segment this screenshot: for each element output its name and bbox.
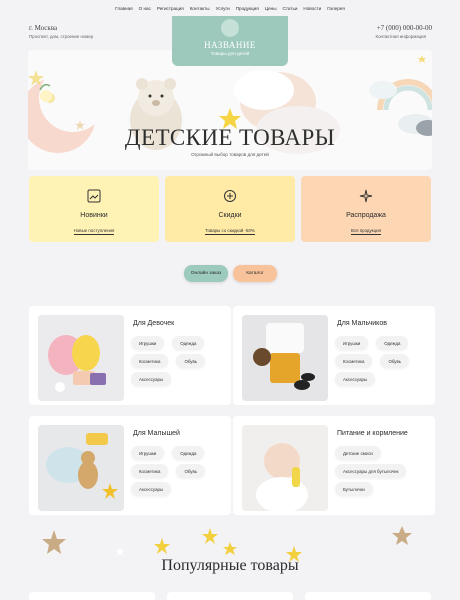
tag-clothes[interactable]: Одежда xyxy=(172,446,205,460)
feature-title: Скидки xyxy=(218,212,242,219)
nav-home[interactable]: Главная xyxy=(115,6,132,11)
star-icon xyxy=(154,538,170,554)
tag-accessories[interactable]: Аксессуары xyxy=(131,482,172,496)
category-card-boys[interactable]: Для Мальчиков Игрушки Одежда Косметика О… xyxy=(233,306,435,405)
tag-bottle-accessories[interactable]: Аксессуары для бутылочек xyxy=(335,464,407,478)
product-card[interactable] xyxy=(29,592,155,600)
nav-articles[interactable]: Статьи xyxy=(283,6,298,11)
feature-link[interactable]: Новые поступления xyxy=(73,228,115,235)
feature-title: Распродажа xyxy=(346,212,386,219)
logo-subtitle: Товары для детей xyxy=(210,51,250,56)
tag-shoes[interactable]: Обувь xyxy=(176,354,206,368)
category-image xyxy=(242,315,328,401)
nav-contacts[interactable]: Контакты xyxy=(190,6,210,11)
phone-number[interactable]: +7 (000) 000-00-00 xyxy=(377,24,432,32)
feature-card-sale[interactable]: Распродажа Вся продукция xyxy=(301,176,431,242)
tag-clothes[interactable]: Одежда xyxy=(172,336,205,350)
category-title: Для Мальчиков xyxy=(337,320,387,327)
city-label: г. Москва xyxy=(29,24,58,32)
address-label: Проспект, дом, строение номер xyxy=(29,34,94,39)
logo[interactable]: НАЗВАНИЕ Товары для детей xyxy=(172,16,288,66)
sparkle-icon xyxy=(359,189,373,203)
tag-formula[interactable]: Детские смеси xyxy=(335,446,381,460)
tag-shoes[interactable]: Обувь xyxy=(380,354,410,368)
category-image xyxy=(38,315,124,401)
tag-cosmetics[interactable]: Косметика xyxy=(131,464,169,478)
category-title: Для Девочек xyxy=(133,320,175,327)
tag-accessories[interactable]: Аксессуары xyxy=(131,372,172,386)
product-card[interactable] xyxy=(305,592,431,600)
feature-title: Новинки xyxy=(80,212,108,219)
tag-accessories[interactable]: Аксессуары xyxy=(335,372,376,386)
star-icon xyxy=(42,530,66,554)
online-order-button[interactable]: Онлайн заказ xyxy=(184,265,228,282)
catalog-button[interactable]: Каталог xyxy=(233,265,277,282)
nav-products[interactable]: Продукция xyxy=(236,6,259,11)
tag-toys[interactable]: Игрушки xyxy=(131,336,165,350)
category-title: Питание и кормление xyxy=(337,430,408,437)
nav-services[interactable]: Услуги xyxy=(216,6,230,11)
category-card-girls[interactable]: Для Девочек Игрушки Одежда Косметика Обу… xyxy=(29,306,231,405)
popular-section-title: Популярные товары xyxy=(161,557,299,574)
feature-link[interactable]: Товары со скидкой -50% xyxy=(205,228,255,235)
hero-title: ДЕТСКИЕ ТОВАРЫ xyxy=(124,125,336,150)
nav-about[interactable]: О нас xyxy=(139,6,151,11)
tag-cosmetics[interactable]: Косметика xyxy=(335,354,373,368)
tag-clothes[interactable]: Одежда xyxy=(376,336,409,350)
category-title: Для Малышей xyxy=(133,430,180,437)
category-image xyxy=(38,425,124,511)
category-card-feeding[interactable]: Питание и кормление Детские смеси Аксесс… xyxy=(233,416,435,515)
feature-card-discounts[interactable]: Скидки Товары со скидкой -50% xyxy=(165,176,295,242)
star-icon xyxy=(115,546,125,556)
gift-icon xyxy=(224,190,236,202)
star-icon xyxy=(392,526,412,545)
top-nav: Главная О нас Регистрация Контакты Услуг… xyxy=(0,0,460,16)
category-image xyxy=(242,425,328,511)
logo-emblem xyxy=(221,19,239,37)
tag-shoes[interactable]: Обувь xyxy=(176,464,206,478)
feature-card-new[interactable]: Новинки Новые поступления xyxy=(29,176,159,242)
feature-link[interactable]: Вся продукция xyxy=(351,228,381,235)
star-icon xyxy=(223,542,237,555)
cloud-icon xyxy=(369,81,397,99)
nav-register[interactable]: Регистрация xyxy=(157,6,184,11)
tag-toys[interactable]: Игрушки xyxy=(131,446,165,460)
tag-cosmetics[interactable]: Косметика xyxy=(131,354,169,368)
logo-title: НАЗВАНИЕ xyxy=(204,40,256,50)
nav-prices[interactable]: Цены xyxy=(265,6,277,11)
category-card-babies[interactable]: Для Малышей Игрушки Одежда Косметика Обу… xyxy=(29,416,231,515)
hero-subtitle: Огромный выбор товаров для детей xyxy=(191,152,269,157)
image-icon xyxy=(87,189,101,203)
star-icon xyxy=(202,528,218,544)
tag-bottles[interactable]: Бутылочки xyxy=(335,482,373,496)
nav-gallery[interactable]: Галерея xyxy=(327,6,345,11)
product-card[interactable] xyxy=(167,592,293,600)
tag-toys[interactable]: Игрушки xyxy=(335,336,369,350)
nav-news[interactable]: Новости xyxy=(303,6,321,11)
contact-info-label: Контактная информация xyxy=(375,34,426,39)
